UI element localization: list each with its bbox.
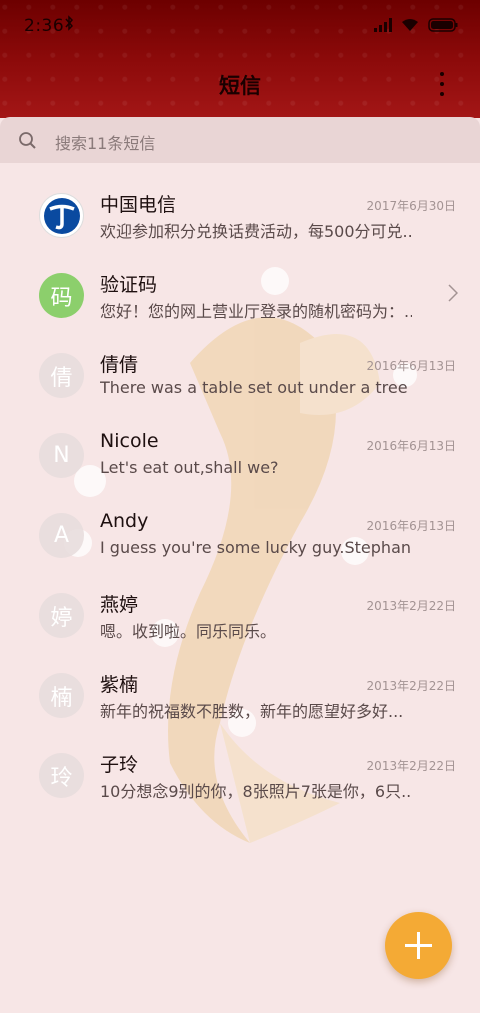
message-preview: 您好！您的网上营业厅登录的随机密码为：... (100, 302, 412, 321)
conversation-list: 中国电信 欢迎参加积分兑换话费活动，每500分可兑... 2017年6月30日 … (0, 172, 480, 812)
message-preview: 嗯。收到啦。同乐同乐。 (100, 622, 277, 641)
message-date: 2013年2月22日 (366, 759, 456, 773)
message-preview: 10分想念9别的你，8张照片7张是你，6只... (100, 782, 412, 801)
status-time: 2:36 (24, 16, 65, 36)
search-placeholder: 搜索11条短信 (55, 134, 156, 153)
contact-name: 紫楠 (100, 674, 139, 696)
contact-name: 验证码 (100, 274, 158, 296)
conversation-item[interactable]: N Nicole Let's eat out,shall we? 2016年6月… (0, 412, 480, 492)
contact-name: 倩倩 (100, 354, 139, 376)
chevron-right-icon (448, 284, 459, 306)
message-date: 2013年2月22日 (366, 679, 456, 693)
cell-signal-icon (374, 18, 392, 32)
avatar: 婷 (39, 593, 84, 638)
wifi-icon (401, 18, 419, 32)
search-icon (18, 131, 38, 155)
conversation-item[interactable]: 婷 燕婷 嗯。收到啦。同乐同乐。 2013年2月22日 (0, 572, 480, 652)
message-date: 2016年6月13日 (366, 439, 456, 453)
contact-name: 燕婷 (100, 594, 139, 616)
conversation-item[interactable]: 倩 倩倩 There was a table set out under a t… (0, 332, 480, 412)
conversation-item[interactable]: 码 验证码 您好！您的网上营业厅登录的随机密码为：... (0, 252, 480, 332)
avatar: 玲 (39, 753, 84, 798)
contact-name: 中国电信 (100, 194, 177, 216)
message-preview: I guess you're some lucky guy.Stephani..… (100, 538, 412, 557)
bluetooth-icon (64, 15, 74, 35)
contact-name: Andy (100, 510, 149, 532)
avatar: N (39, 433, 84, 478)
message-preview: 欢迎参加积分兑换话费活动，每500分可兑... (100, 222, 412, 241)
search-input[interactable]: 搜索11条短信 (0, 117, 480, 163)
message-preview: There was a table set out under a tree i… (100, 378, 412, 397)
message-preview: 新年的祝福数不胜数，新年的愿望好多好... (100, 702, 404, 721)
avatar: 码 (39, 273, 84, 318)
message-date: 2016年6月13日 (366, 359, 456, 373)
message-date: 2013年2月22日 (366, 599, 456, 613)
conversation-item[interactable]: 楠 紫楠 新年的祝福数不胜数，新年的愿望好多好... 2013年2月22日 (0, 652, 480, 732)
contact-name: Nicole (100, 430, 159, 452)
conversation-item[interactable]: 玲 子玲 10分想念9别的你，8张照片7张是你，6只... 2013年2月22日 (0, 732, 480, 812)
status-bar: 2:36 (0, 0, 480, 50)
conversation-item[interactable]: 中国电信 欢迎参加积分兑换话费活动，每500分可兑... 2017年6月30日 (0, 172, 480, 252)
avatar: 倩 (39, 353, 84, 398)
avatar: A (39, 513, 84, 558)
conversation-item[interactable]: A Andy I guess you're some lucky guy.Ste… (0, 492, 480, 572)
message-date: 2016年6月13日 (366, 519, 456, 533)
telecom-logo-icon (39, 193, 84, 238)
battery-icon (428, 18, 458, 32)
contact-name: 子玲 (100, 754, 139, 776)
new-message-button[interactable] (385, 912, 452, 979)
message-preview: Let's eat out,shall we? (100, 458, 279, 477)
avatar: 楠 (39, 673, 84, 718)
more-vertical-icon[interactable] (434, 72, 450, 96)
message-date: 2017年6月30日 (366, 199, 456, 213)
page-title: 短信 (219, 74, 261, 98)
